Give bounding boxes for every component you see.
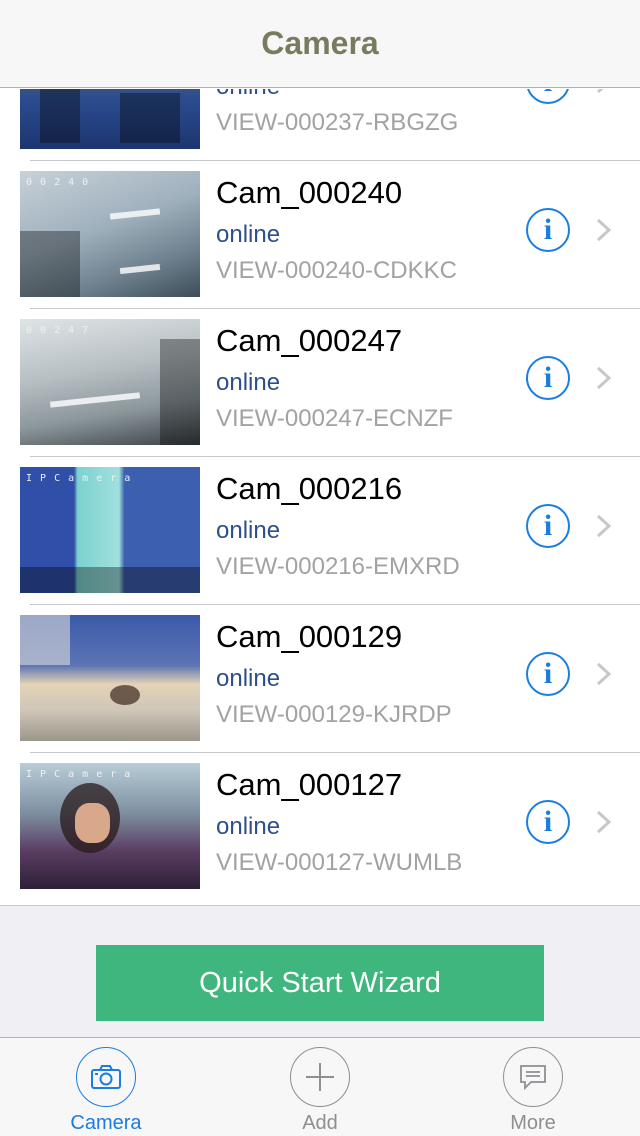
camera-row[interactable]: Cam_000129 online VIEW-000129-KJRDP i	[0, 605, 640, 753]
chevron-right-icon	[596, 366, 612, 390]
tab-label: Camera	[70, 1112, 142, 1134]
camera-list[interactable]: online VIEW-000237-RBGZG i 0 0 2 4 0 Cam…	[0, 89, 640, 905]
camera-thumbnail	[20, 615, 200, 741]
navigation-bar: Camera	[0, 0, 640, 88]
camera-status: online	[216, 221, 281, 248]
info-icon[interactable]: i	[526, 89, 570, 104]
camera-row[interactable]: 0 0 2 4 7 Cam_000247 online VIEW-000247-…	[0, 309, 640, 457]
chevron-right-icon	[596, 89, 604, 94]
camera-row[interactable]: I P C a m e r a Cam_000127 online VIEW-0…	[0, 753, 640, 901]
plus-icon	[290, 1047, 350, 1107]
camera-osd-label: I P C a m e r a	[26, 473, 132, 484]
page-title: Camera	[261, 25, 379, 61]
camera-uid: VIEW-000216-EMXRD	[216, 553, 460, 580]
camera-thumbnail	[20, 89, 200, 149]
chevron-right-icon	[596, 662, 612, 686]
camera-uid: VIEW-000237-RBGZG	[216, 109, 459, 136]
camera-row[interactable]: I P C a m e r a Cam_000216 online VIEW-0…	[0, 457, 640, 605]
tab-more[interactable]: More	[463, 1038, 603, 1136]
camera-icon	[76, 1047, 136, 1107]
tab-bar: Camera Add More	[0, 1037, 640, 1136]
camera-osd-label: 0 0 2 4 7	[26, 325, 90, 336]
camera-uid: VIEW-000247-ECNZF	[216, 405, 453, 432]
info-icon[interactable]: i	[526, 208, 570, 252]
info-icon[interactable]: i	[526, 504, 570, 548]
camera-uid: VIEW-000240-CDKKC	[216, 257, 457, 284]
tab-camera[interactable]: Camera	[36, 1038, 176, 1136]
camera-name: Cam_000129	[216, 619, 403, 654]
camera-uid: VIEW-000127-WUMLB	[216, 849, 463, 876]
info-icon[interactable]: i	[526, 652, 570, 696]
camera-thumbnail: 0 0 2 4 0	[20, 171, 200, 297]
camera-row[interactable]: online VIEW-000237-RBGZG i	[0, 89, 640, 161]
camera-status: online	[216, 517, 281, 544]
quick-start-wizard-button[interactable]: Quick Start Wizard	[96, 945, 544, 1021]
wizard-area: Quick Start Wizard	[0, 905, 640, 1037]
chat-bubble-icon	[503, 1047, 563, 1107]
camera-thumbnail: 0 0 2 4 7	[20, 319, 200, 445]
camera-thumbnail: I P C a m e r a	[20, 467, 200, 593]
info-icon[interactable]: i	[526, 356, 570, 400]
camera-name: Cam_000127	[216, 767, 403, 802]
camera-uid: VIEW-000129-KJRDP	[216, 701, 452, 728]
camera-name: Cam_000240	[216, 175, 403, 210]
camera-osd-label: I P C a m e r a	[26, 769, 132, 780]
camera-row[interactable]: 0 0 2 4 0 Cam_000240 online VIEW-000240-…	[0, 161, 640, 309]
info-icon[interactable]: i	[526, 800, 570, 844]
chevron-right-icon	[596, 810, 612, 834]
camera-status: online	[216, 665, 281, 692]
tab-label: More	[510, 1112, 556, 1134]
tab-label: Add	[302, 1112, 338, 1134]
chevron-right-icon	[596, 514, 612, 538]
chevron-right-icon	[596, 218, 612, 242]
camera-status: online	[216, 89, 280, 101]
camera-status: online	[216, 369, 281, 396]
camera-status: online	[216, 813, 281, 840]
camera-osd-label: 0 0 2 4 0	[26, 177, 90, 188]
camera-thumbnail: I P C a m e r a	[20, 763, 200, 889]
camera-name: Cam_000247	[216, 323, 403, 358]
tab-add[interactable]: Add	[250, 1038, 390, 1136]
camera-name: Cam_000216	[216, 471, 403, 506]
